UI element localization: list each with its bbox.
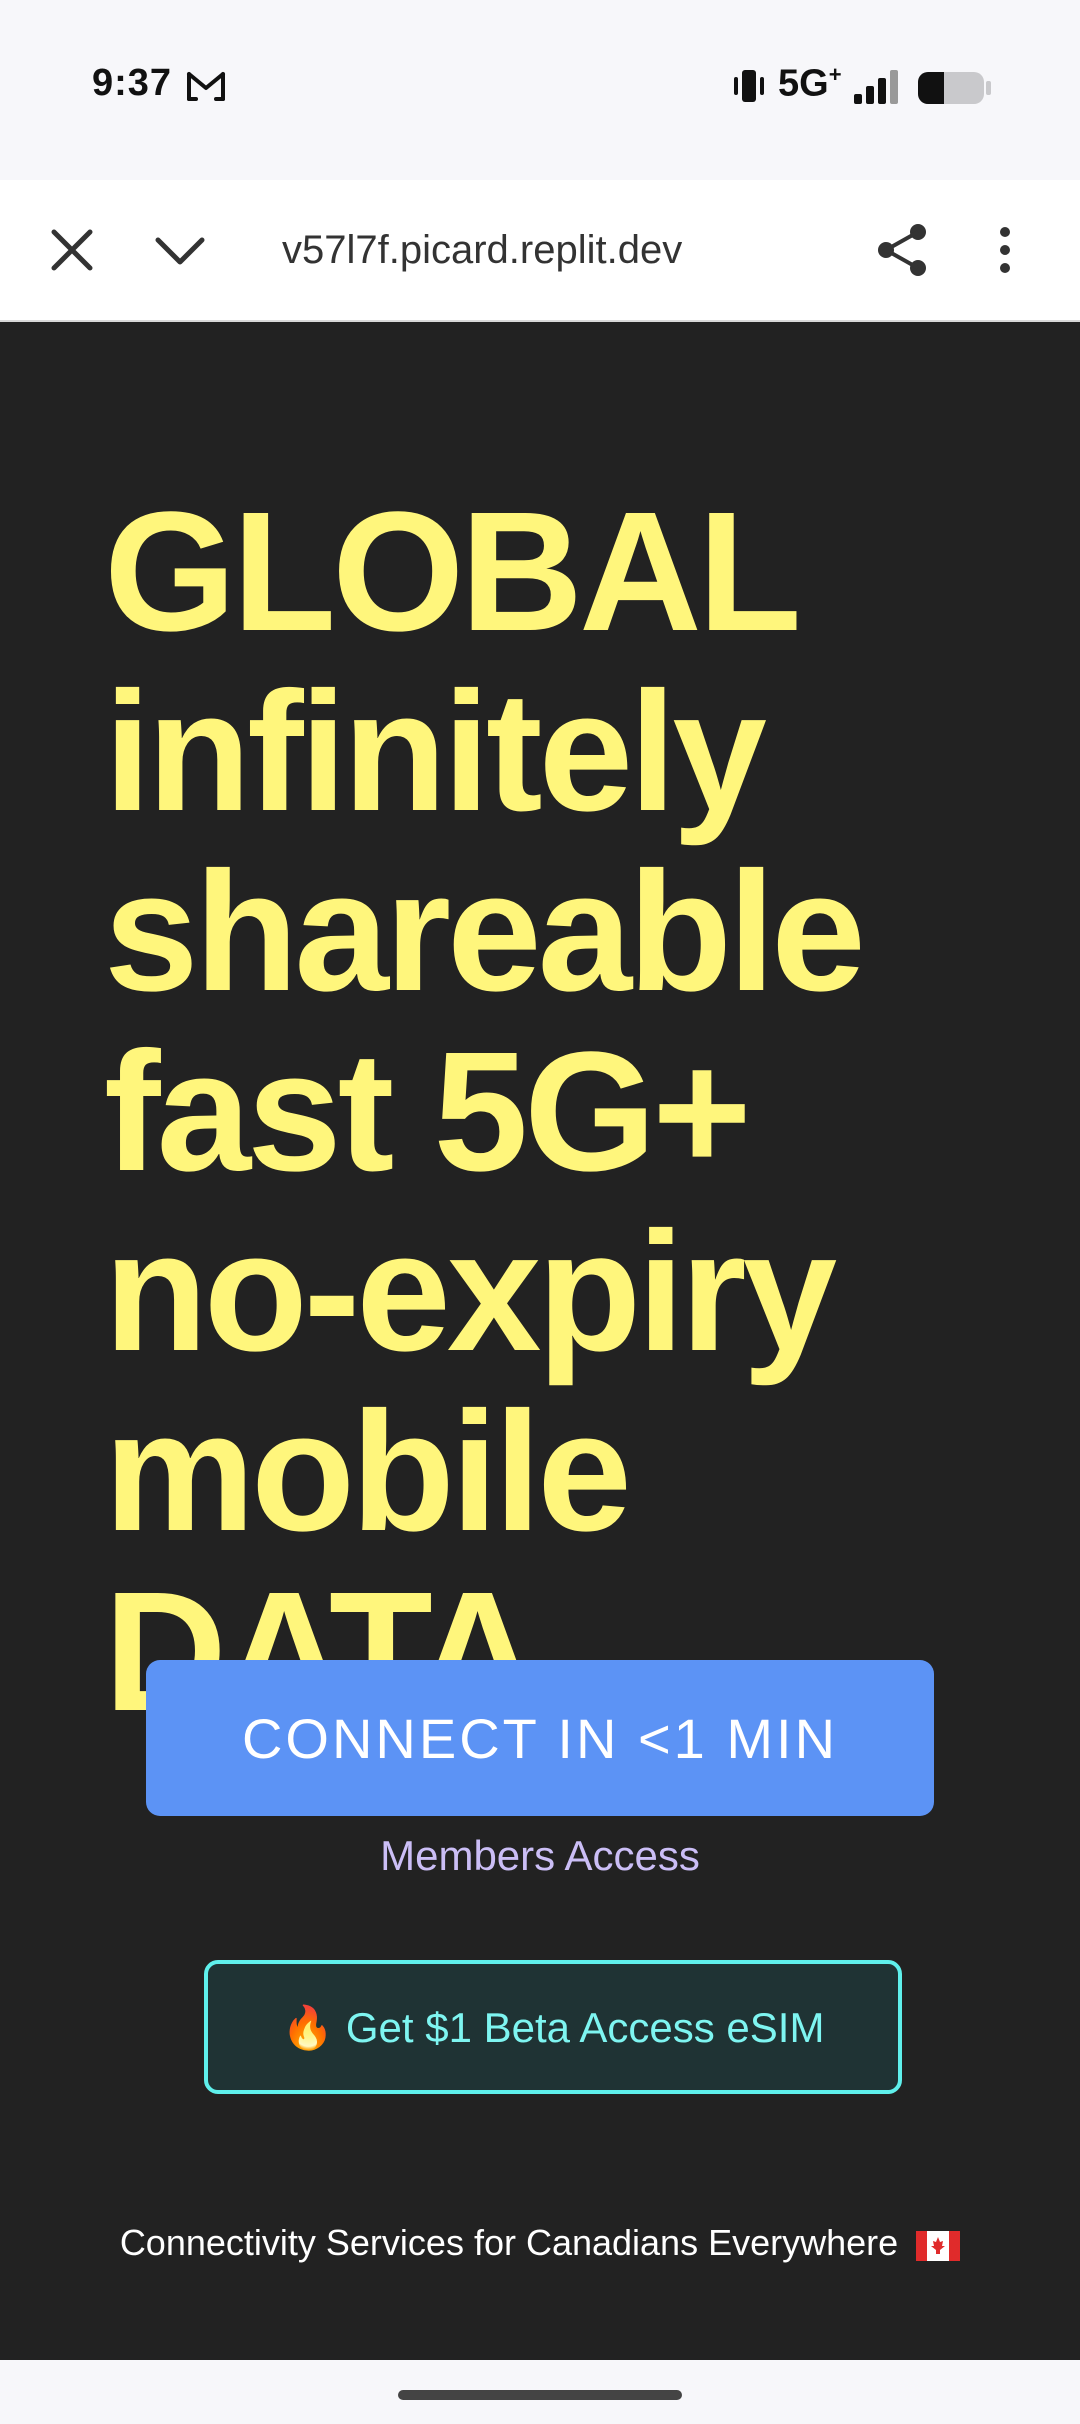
hero-line: infinitely [104,657,767,847]
beta-esim-button[interactable]: 🔥 Get $1 Beta Access eSIM [204,1960,902,2094]
url-display[interactable]: v57l7f.picard.replit.dev [282,222,742,278]
system-nav-bar [0,2360,1080,2424]
fire-icon: 🔥 [281,2004,334,2051]
members-access-link[interactable]: Members Access [0,1832,1080,1880]
vibrate-icon [734,70,764,102]
canada-flag-icon [916,2231,961,2261]
status-time: 9:37 [92,62,173,104]
hero-line: shareable [104,837,866,1027]
share-icon[interactable] [872,220,932,280]
home-indicator[interactable] [398,2390,682,2400]
battery-icon [918,72,991,104]
hero-title: GLOBAL infinitely shareable fast 5G+ no-… [104,482,1064,1742]
hero-line: GLOBAL [104,477,802,667]
close-icon[interactable] [44,222,100,278]
hero-line: no-expiry [104,1197,837,1387]
hero-line: mobile [104,1377,632,1567]
hero-line: fast 5G+ [104,1017,752,1207]
signal-icon [854,70,898,104]
network-label: 5G+ [778,62,842,105]
chevron-down-icon[interactable] [148,222,212,278]
connect-button[interactable]: CONNECT IN <1 MIN [146,1660,934,1816]
more-icon[interactable] [990,220,1020,280]
browser-toolbar: v57l7f.picard.replit.dev [0,180,1080,322]
footer-text: Connectivity Services for Canadians Ever… [119,2222,899,2263]
footer-tagline: Connectivity Services for Canadians Ever… [0,2222,1080,2264]
gmail-icon [187,72,225,101]
status-bar: 9:37 5G+ [0,0,1080,180]
beta-button-label: Get $1 Beta Access eSIM [345,2004,825,2051]
page-content: GLOBAL infinitely shareable fast 5G+ no-… [0,322,1080,2360]
